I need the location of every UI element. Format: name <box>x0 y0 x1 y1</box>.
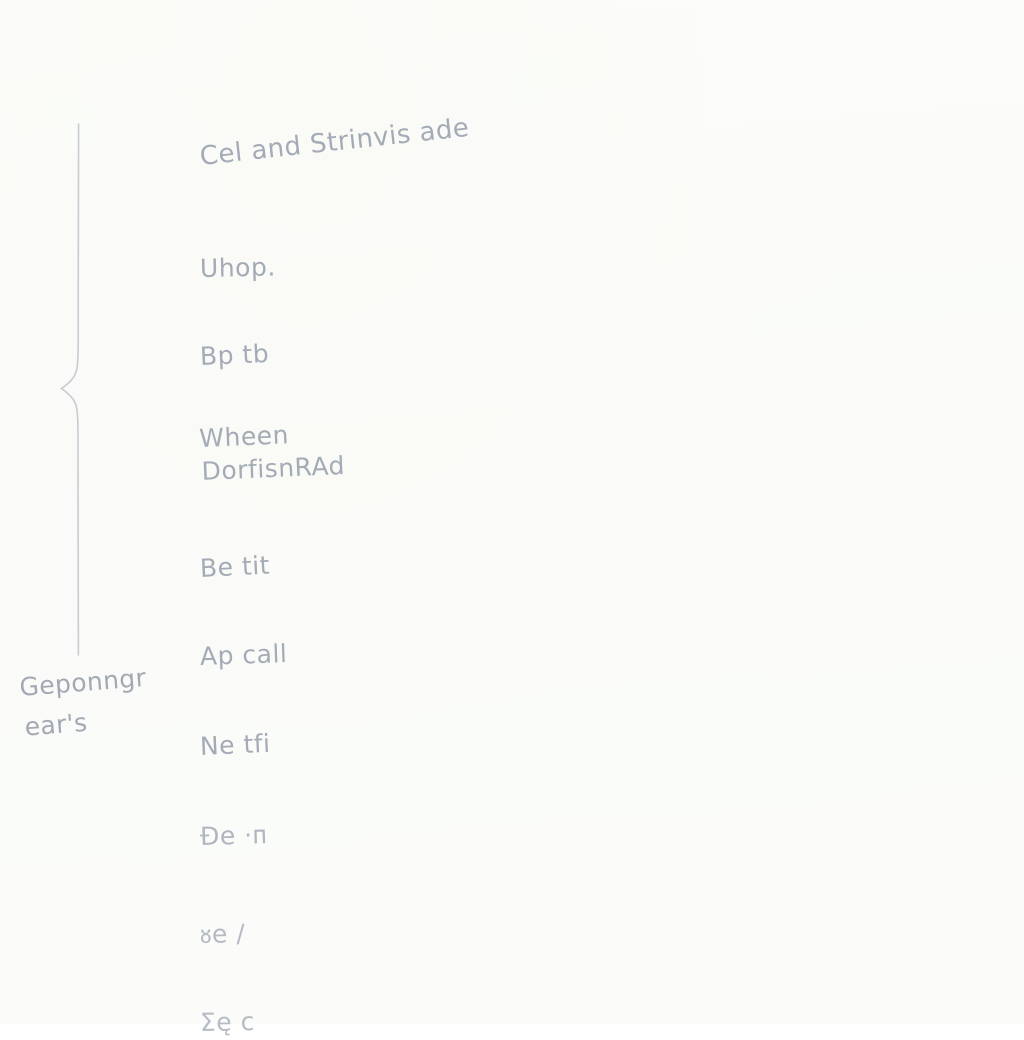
brace-group <box>40 100 130 680</box>
list-item[interactable]: Ðe ·ᴨ <box>200 818 268 854</box>
list-item[interactable]: Ap call <box>199 637 288 674</box>
list-item-label: Ðe ·ᴨ <box>199 820 268 851</box>
group-label: Geponngr ear's <box>18 653 214 748</box>
list-item-label: Cel and Strinvis ade <box>198 112 471 172</box>
list-item[interactable]: Ne tfi <box>199 727 271 764</box>
list-item-label: Be tit <box>199 550 271 583</box>
list-item[interactable]: Ʃę c <box>200 1005 255 1040</box>
list-item-label: Ap call <box>199 638 288 671</box>
list-item[interactable]: Be tit <box>199 549 271 586</box>
list-item-label-second-line: DorfisnRAd <box>201 450 346 486</box>
vertical-curly-brace-icon <box>60 123 80 656</box>
list-item-label: ᴕe / <box>199 918 246 949</box>
list-item[interactable]: Wheen DorfisnRAd <box>199 416 346 488</box>
list-item[interactable]: Uhop. <box>200 250 276 286</box>
annotation-canvas: Geponngr ear's Cel and Strinvis ade Uhop… <box>0 0 1024 1037</box>
list-item-label: Bp tb <box>199 338 270 371</box>
list-item-label: Ʃę c <box>199 1007 256 1037</box>
list-item-label: Uhop. <box>199 252 277 283</box>
list-item[interactable]: ᴕe / <box>200 917 246 952</box>
list-item[interactable]: Cel and Strinvis ade <box>198 111 471 174</box>
list-item-label: Ne tfi <box>199 728 272 761</box>
list-item[interactable]: Bp tb <box>199 337 270 374</box>
item-list: Cel and Strinvis ade Uhop. Bp tb Wheen D… <box>198 62 820 1037</box>
